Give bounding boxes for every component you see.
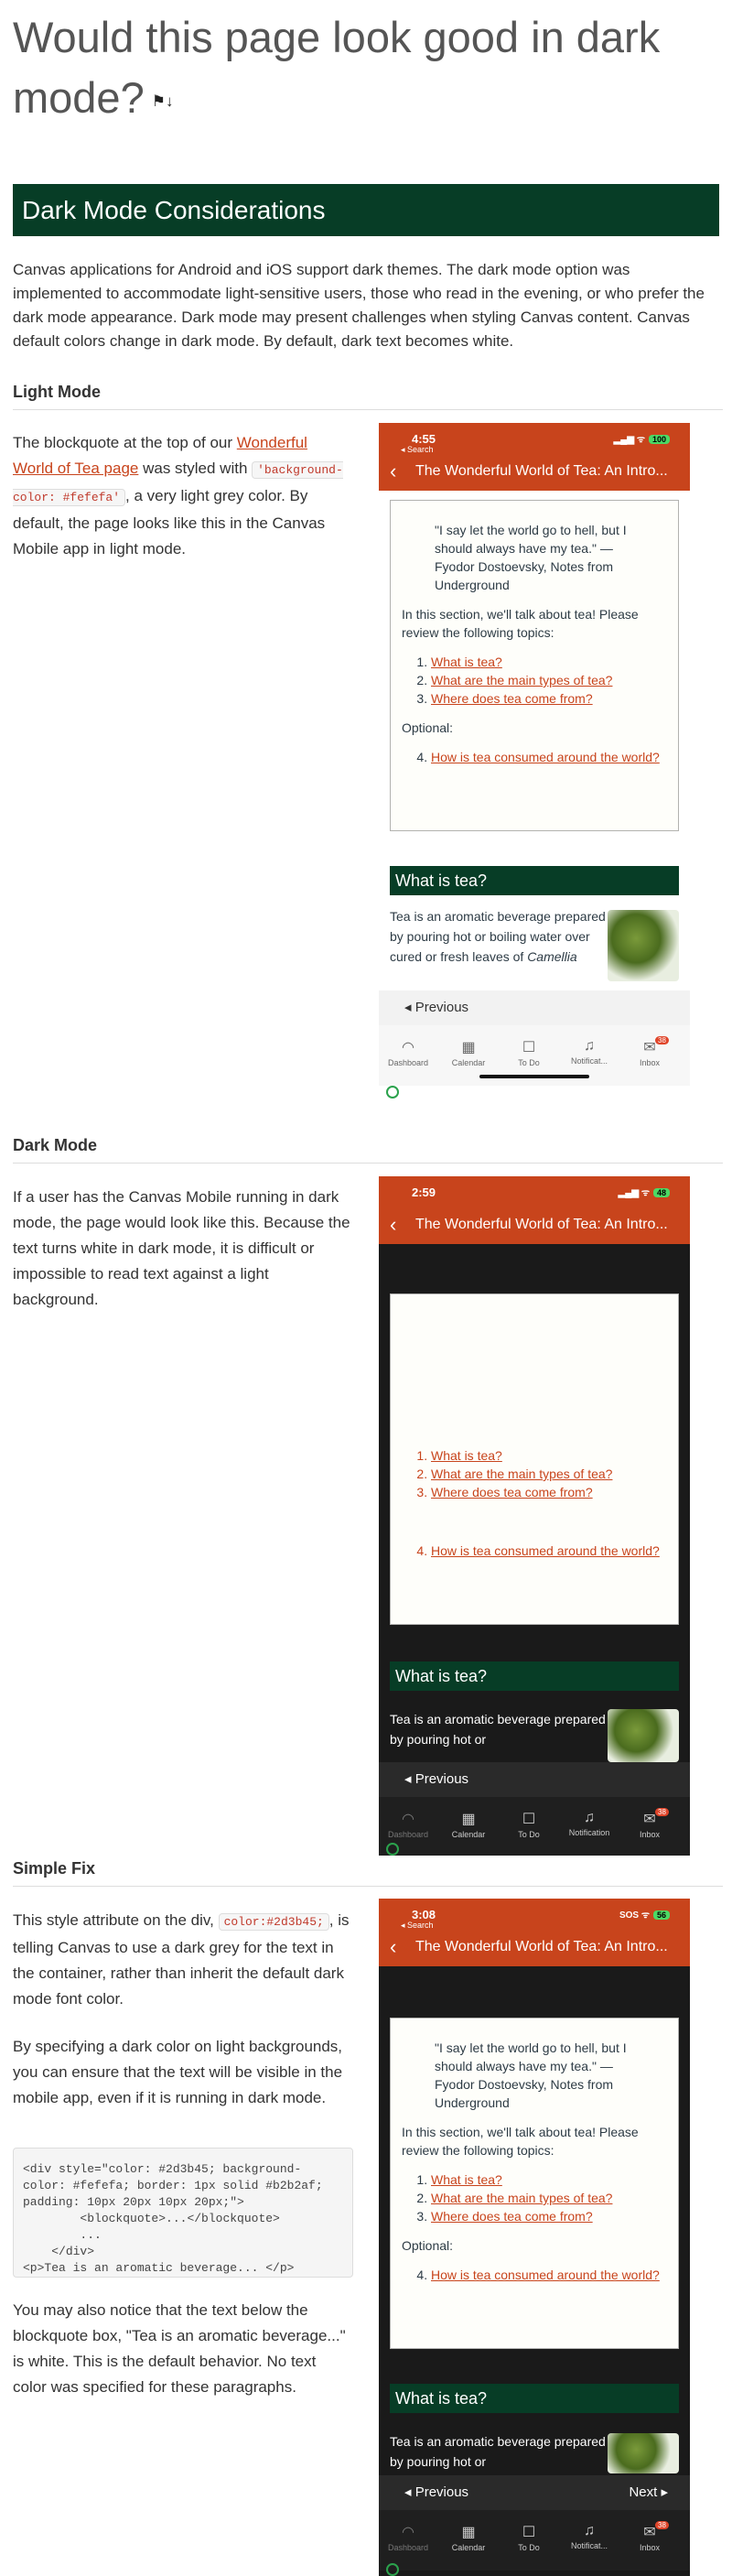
tab-inbox[interactable]: ✉ Inbox 38 <box>622 1036 677 1067</box>
tea-paragraph: Tea is an aromatic beverage prepared by … <box>390 909 606 964</box>
nav-title: The Wonderful World of Tea: An Intro... <box>415 463 668 479</box>
prev-button[interactable]: ◂ Previous <box>379 990 690 1025</box>
blockquote-box: "I say let the world go to hell, but I s… <box>390 500 679 831</box>
tea-paragraph: Tea is an aromatic beverage prepared by … <box>390 2434 606 2469</box>
tab-dashboard[interactable]: ◠ Dashboard <box>381 1038 436 1067</box>
tab-calendar[interactable]: ▦ Calendar <box>441 1038 496 1067</box>
next-button[interactable]: Next ▸ <box>629 2475 668 2510</box>
what-is-tea-heading: What is tea? <box>390 2384 679 2413</box>
phone-screenshot-fixed: 3:08 ◂ Search SOS ᯤ 56 ‹ The Wonderful World… <box>379 1899 690 2576</box>
simple-fix-p2: By specifying a dark color on light back… <box>13 2038 343 2106</box>
light-mode-heading: Light Mode <box>13 383 723 410</box>
tea-image <box>608 2433 679 2473</box>
prev-button[interactable]: ◂ Previous <box>379 1762 690 1797</box>
tea-paragraph: Tea is an aromatic beverage prepared by … <box>390 1712 606 1747</box>
blockquote-box-fixed: "I say let the world go to hell, but I s… <box>390 2018 679 2349</box>
tea-image <box>608 1709 679 1762</box>
light-mode-text: The blockquote at the top of our Wonderf… <box>13 434 343 557</box>
what-is-tea-heading: What is tea? <box>390 1661 679 1691</box>
phone-screenshot-light: 4:55 ◂ Search ▂▄▆ ᯤ 100 ‹ The Wonderful Worl… <box>379 423 690 1099</box>
what-is-tea-heading: What is tea? <box>390 866 679 895</box>
flag-icon[interactable]: ⚑↓ <box>152 71 174 132</box>
tab-todo[interactable]: ☐ To Do <box>501 1038 556 1067</box>
tab-notifications[interactable]: ♫ Notificat... <box>562 1038 617 1066</box>
back-icon[interactable]: ‹ <box>390 1935 396 1959</box>
page-title: Would this page look good in dark mode? ⚑… <box>13 7 690 132</box>
back-icon[interactable]: ‹ <box>390 1213 396 1237</box>
intro-text: Canvas applications for Android and iOS … <box>13 261 705 350</box>
simple-fix-p3: You may also notice that the text below … <box>13 2301 346 2396</box>
phone-screenshot-dark: 2:59 ▂▄▆ ᯤ 48 ‹ The Wonderful World of Tea:… <box>379 1176 690 1856</box>
prev-button[interactable]: ◂ Previous <box>404 2484 468 2500</box>
blockquote-box-invisible: "I say let the world go to hell, but I s… <box>390 1293 679 1625</box>
dark-mode-text: If a user has the Canvas Mobile running … <box>13 1188 350 1308</box>
simple-fix-p1: This style attribute on the div, color:#… <box>13 1911 350 2008</box>
code-block: <div style="color: #2d3b45; background-c… <box>13 2148 353 2278</box>
simple-fix-heading: Simple Fix <box>13 1859 723 1887</box>
tea-image <box>608 910 679 981</box>
section-banner: Dark Mode Considerations <box>13 184 719 236</box>
back-icon[interactable]: ‹ <box>390 460 396 483</box>
dark-mode-heading: Dark Mode <box>13 1136 723 1164</box>
